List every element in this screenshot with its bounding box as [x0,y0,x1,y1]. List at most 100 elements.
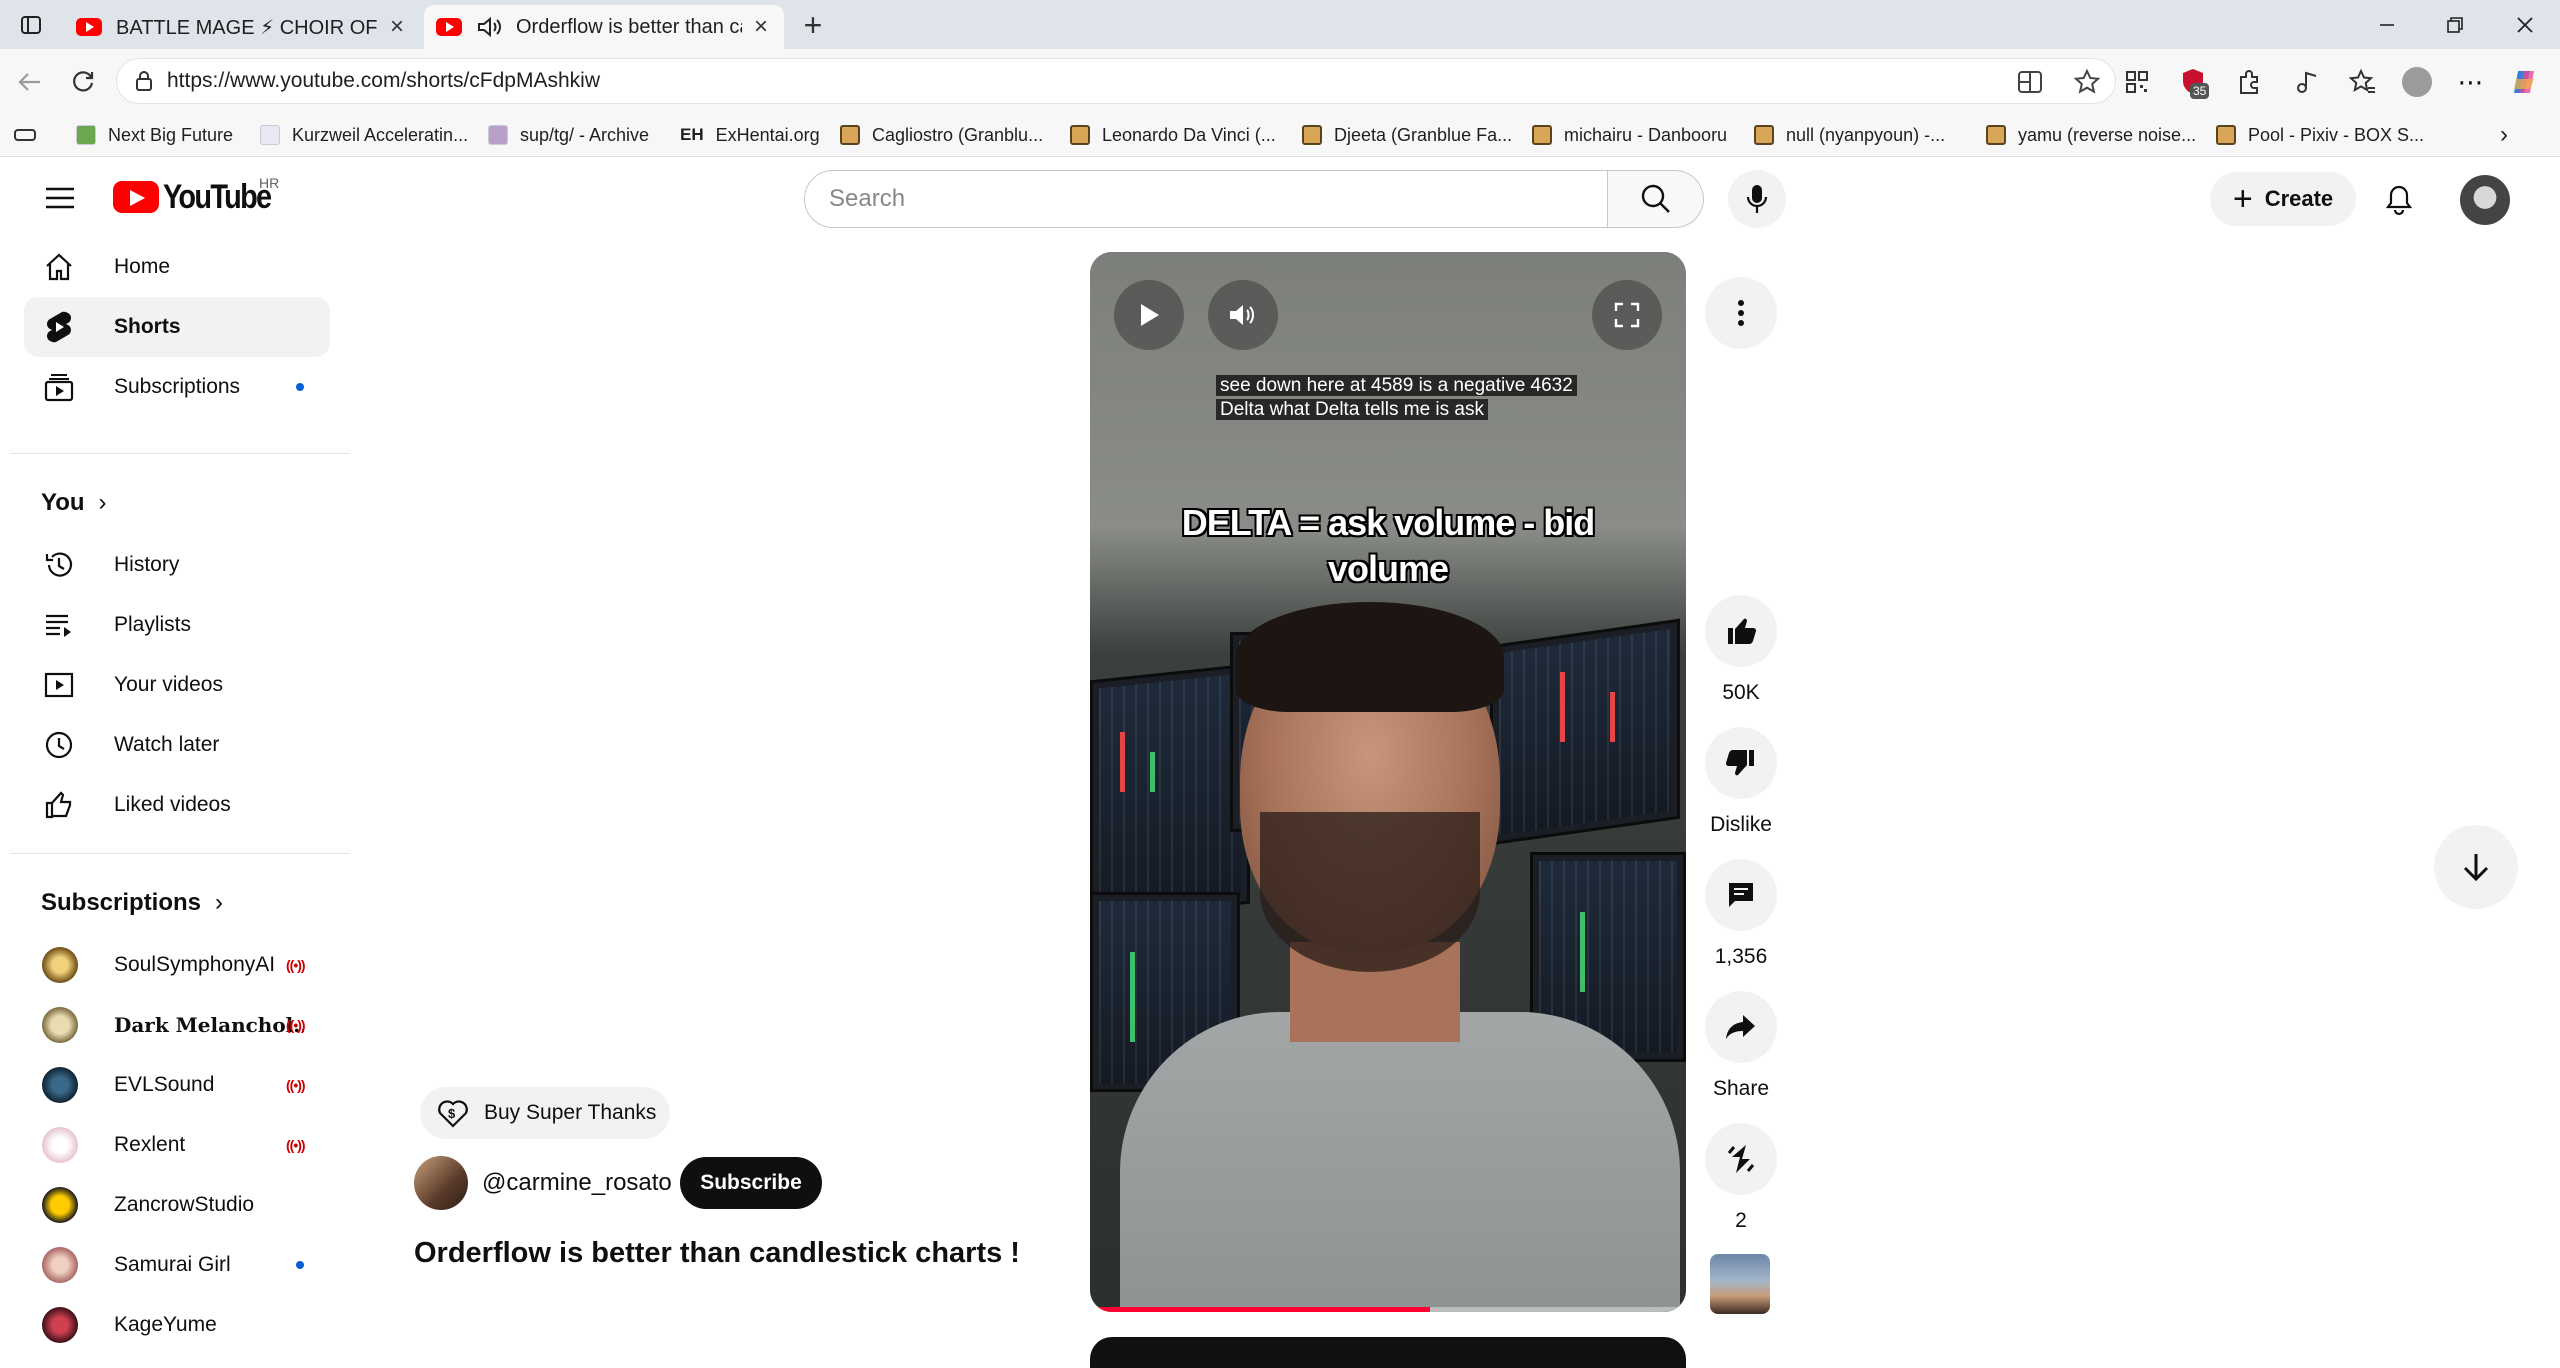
bookmark-item[interactable]: Pool - Pixiv - BOX S... [2216,121,2424,149]
bookmark-item[interactable]: Djeeta (Granblue Fa... [1302,121,1512,149]
subscription-channel-evlsound[interactable]: EVLSound ((•)) [24,1055,330,1115]
bookmark-page-icon [260,125,280,145]
back-icon[interactable] [12,65,46,99]
lock-icon[interactable] [135,71,153,91]
sidebar-item-subscriptions[interactable]: Subscriptions [24,357,330,417]
chart-candle [1580,912,1585,992]
close-window-icon[interactable] [2502,8,2548,42]
bookmark-item[interactable]: Kurzweil Acceleratin... [260,121,468,149]
bookmark-item[interactable]: sup/tg/ - Archive [488,121,649,149]
history-icon [42,548,76,582]
overlay-line: volume [1327,548,1449,589]
youtube-logo[interactable]: YouTube HR [113,175,289,216]
share-button[interactable] [1705,991,1777,1063]
search-input[interactable]: Search [804,170,1608,228]
volume-button[interactable] [1208,280,1278,350]
subscription-channel-kageyume[interactable]: KageYume [24,1295,330,1355]
new-tab-button[interactable]: + [790,7,836,43]
tab-actions-icon[interactable] [8,8,54,42]
bookmarks-device-icon[interactable] [14,121,36,149]
sidebar-item-shorts[interactable]: Shorts [24,297,330,357]
media-control-icon[interactable] [2288,63,2326,101]
tab-close-icon[interactable]: × [386,13,408,40]
bookmark-label: null (nyanpyoun) -... [1786,124,1946,145]
create-button[interactable]: + Create [2210,172,2356,226]
next-short-preview[interactable] [1090,1337,1686,1368]
caption-line: see down here at 4589 is a negative 4632 [1216,375,1577,396]
play-button[interactable] [1114,280,1184,350]
bookmark-item[interactable]: Next Big Future [76,121,233,149]
bookmark-item[interactable]: Leonardo Da Vinci (... [1070,121,1276,149]
subscription-channel-dark-melancholy[interactable]: Dark Melanchol... ((•)) [24,995,330,1055]
original-sound-thumbnail[interactable] [1710,1254,1770,1314]
voice-search-button[interactable] [1728,170,1786,228]
address-bar[interactable]: https://www.youtube.com/shorts/cFdpMAshk… [116,58,2116,104]
new-content-dot [296,1261,304,1269]
remix-button[interactable] [1705,1123,1777,1195]
bookmark-page-icon [488,125,508,145]
restore-icon[interactable] [2432,8,2478,42]
refresh-icon[interactable] [66,65,100,99]
profile-avatar-icon[interactable] [2398,63,2436,101]
favorite-star-icon[interactable] [2073,68,2101,96]
dislike-button[interactable] [1705,727,1777,799]
subscription-channel-zancrowstudio[interactable]: ZancrowStudio [24,1175,330,1235]
you-heading-label: You [41,489,85,516]
bookmarks-overflow-chevron-icon[interactable]: › [2500,121,2508,149]
more-actions-button[interactable] [1705,277,1777,349]
chart-candle [1120,732,1125,792]
subscription-channel-rexlent[interactable]: Rexlent ((•)) [24,1115,330,1175]
hamburger-menu-icon[interactable] [40,183,80,213]
bookmark-item[interactable]: michairu - Danbooru [1532,121,1727,149]
tab-audio-icon[interactable] [476,15,502,39]
subscription-channel-soulsymphonyai[interactable]: SoulSymphonyAI ((•)) [24,935,330,995]
channel-handle[interactable]: @carmine_rosato [482,1169,672,1197]
sidebar-item-home[interactable]: Home [24,237,330,297]
buy-super-thanks-button[interactable]: $ Buy Super Thanks [420,1087,670,1139]
qr-code-icon[interactable] [2118,63,2156,101]
browser-tab-battle-mage[interactable]: BATTLE MAGE ⚡ CHOIR OF SPELLS × [64,5,420,49]
subscribe-button[interactable]: Subscribe [680,1157,822,1209]
search-button[interactable] [1608,170,1704,228]
favorites-icon[interactable] [2344,63,2382,101]
you-section-heading[interactable]: You › [41,489,107,517]
bookmark-item[interactable]: EH ExHentai.org [680,121,820,149]
shorts-video-player[interactable]: see down here at 4589 is a negative 4632… [1090,252,1686,1312]
copilot-icon[interactable] [2506,63,2544,101]
video-progress-bar[interactable] [1090,1307,1686,1312]
sidebar-item-playlists[interactable]: Playlists [24,595,330,655]
sidebar-item-history[interactable]: History [24,535,330,595]
subscriptions-section-heading[interactable]: Subscriptions › [41,889,223,917]
like-count: 50K [1722,681,1760,704]
channel-avatar[interactable] [414,1156,468,1210]
url-text[interactable]: https://www.youtube.com/shorts/cFdpMAshk… [167,69,600,93]
sidebar-item-your-videos[interactable]: Your videos [24,655,330,715]
comments-button[interactable] [1705,859,1777,931]
sidebar-item-watch-later[interactable]: Watch later [24,715,330,775]
video-progress-fill [1090,1307,1430,1312]
short-title[interactable]: Orderflow is better than candlestick cha… [414,1237,1020,1270]
sidebar-item-liked-videos[interactable]: Liked videos [24,775,330,835]
minimize-icon[interactable] [2364,8,2410,42]
bookmark-item[interactable]: null (nyanpyoun) -... [1754,121,1945,149]
subscription-channel-samurai-girl[interactable]: Samurai Girl [24,1235,330,1295]
split-screen-icon[interactable] [2017,69,2043,95]
logo-text: YouTube [163,177,272,216]
like-button[interactable] [1705,595,1777,667]
sidebar-item-label: Shorts [114,315,181,338]
fullscreen-button[interactable] [1592,280,1662,350]
next-short-button[interactable] [2434,825,2518,909]
notifications-bell-icon[interactable] [2376,177,2422,223]
bookmark-folder-icon [1302,125,1322,145]
more-options-icon[interactable]: ⋯ [2452,63,2490,101]
account-avatar[interactable] [2460,175,2510,225]
extensions-puzzle-icon[interactable] [2230,63,2268,101]
tab-close-icon[interactable]: × [750,13,772,40]
adblock-extension-icon[interactable]: 35 [2174,63,2212,101]
exhentai-icon: EH [680,125,704,144]
bookmark-item[interactable]: yamu (reverse noise... [1986,121,2196,149]
chart-candle [1130,952,1135,1042]
trading-monitor [1090,663,1250,921]
browser-tab-orderflow[interactable]: Orderflow is better than candlestick cha… [424,5,784,49]
bookmark-item[interactable]: Cagliostro (Granblu... [840,121,1043,149]
